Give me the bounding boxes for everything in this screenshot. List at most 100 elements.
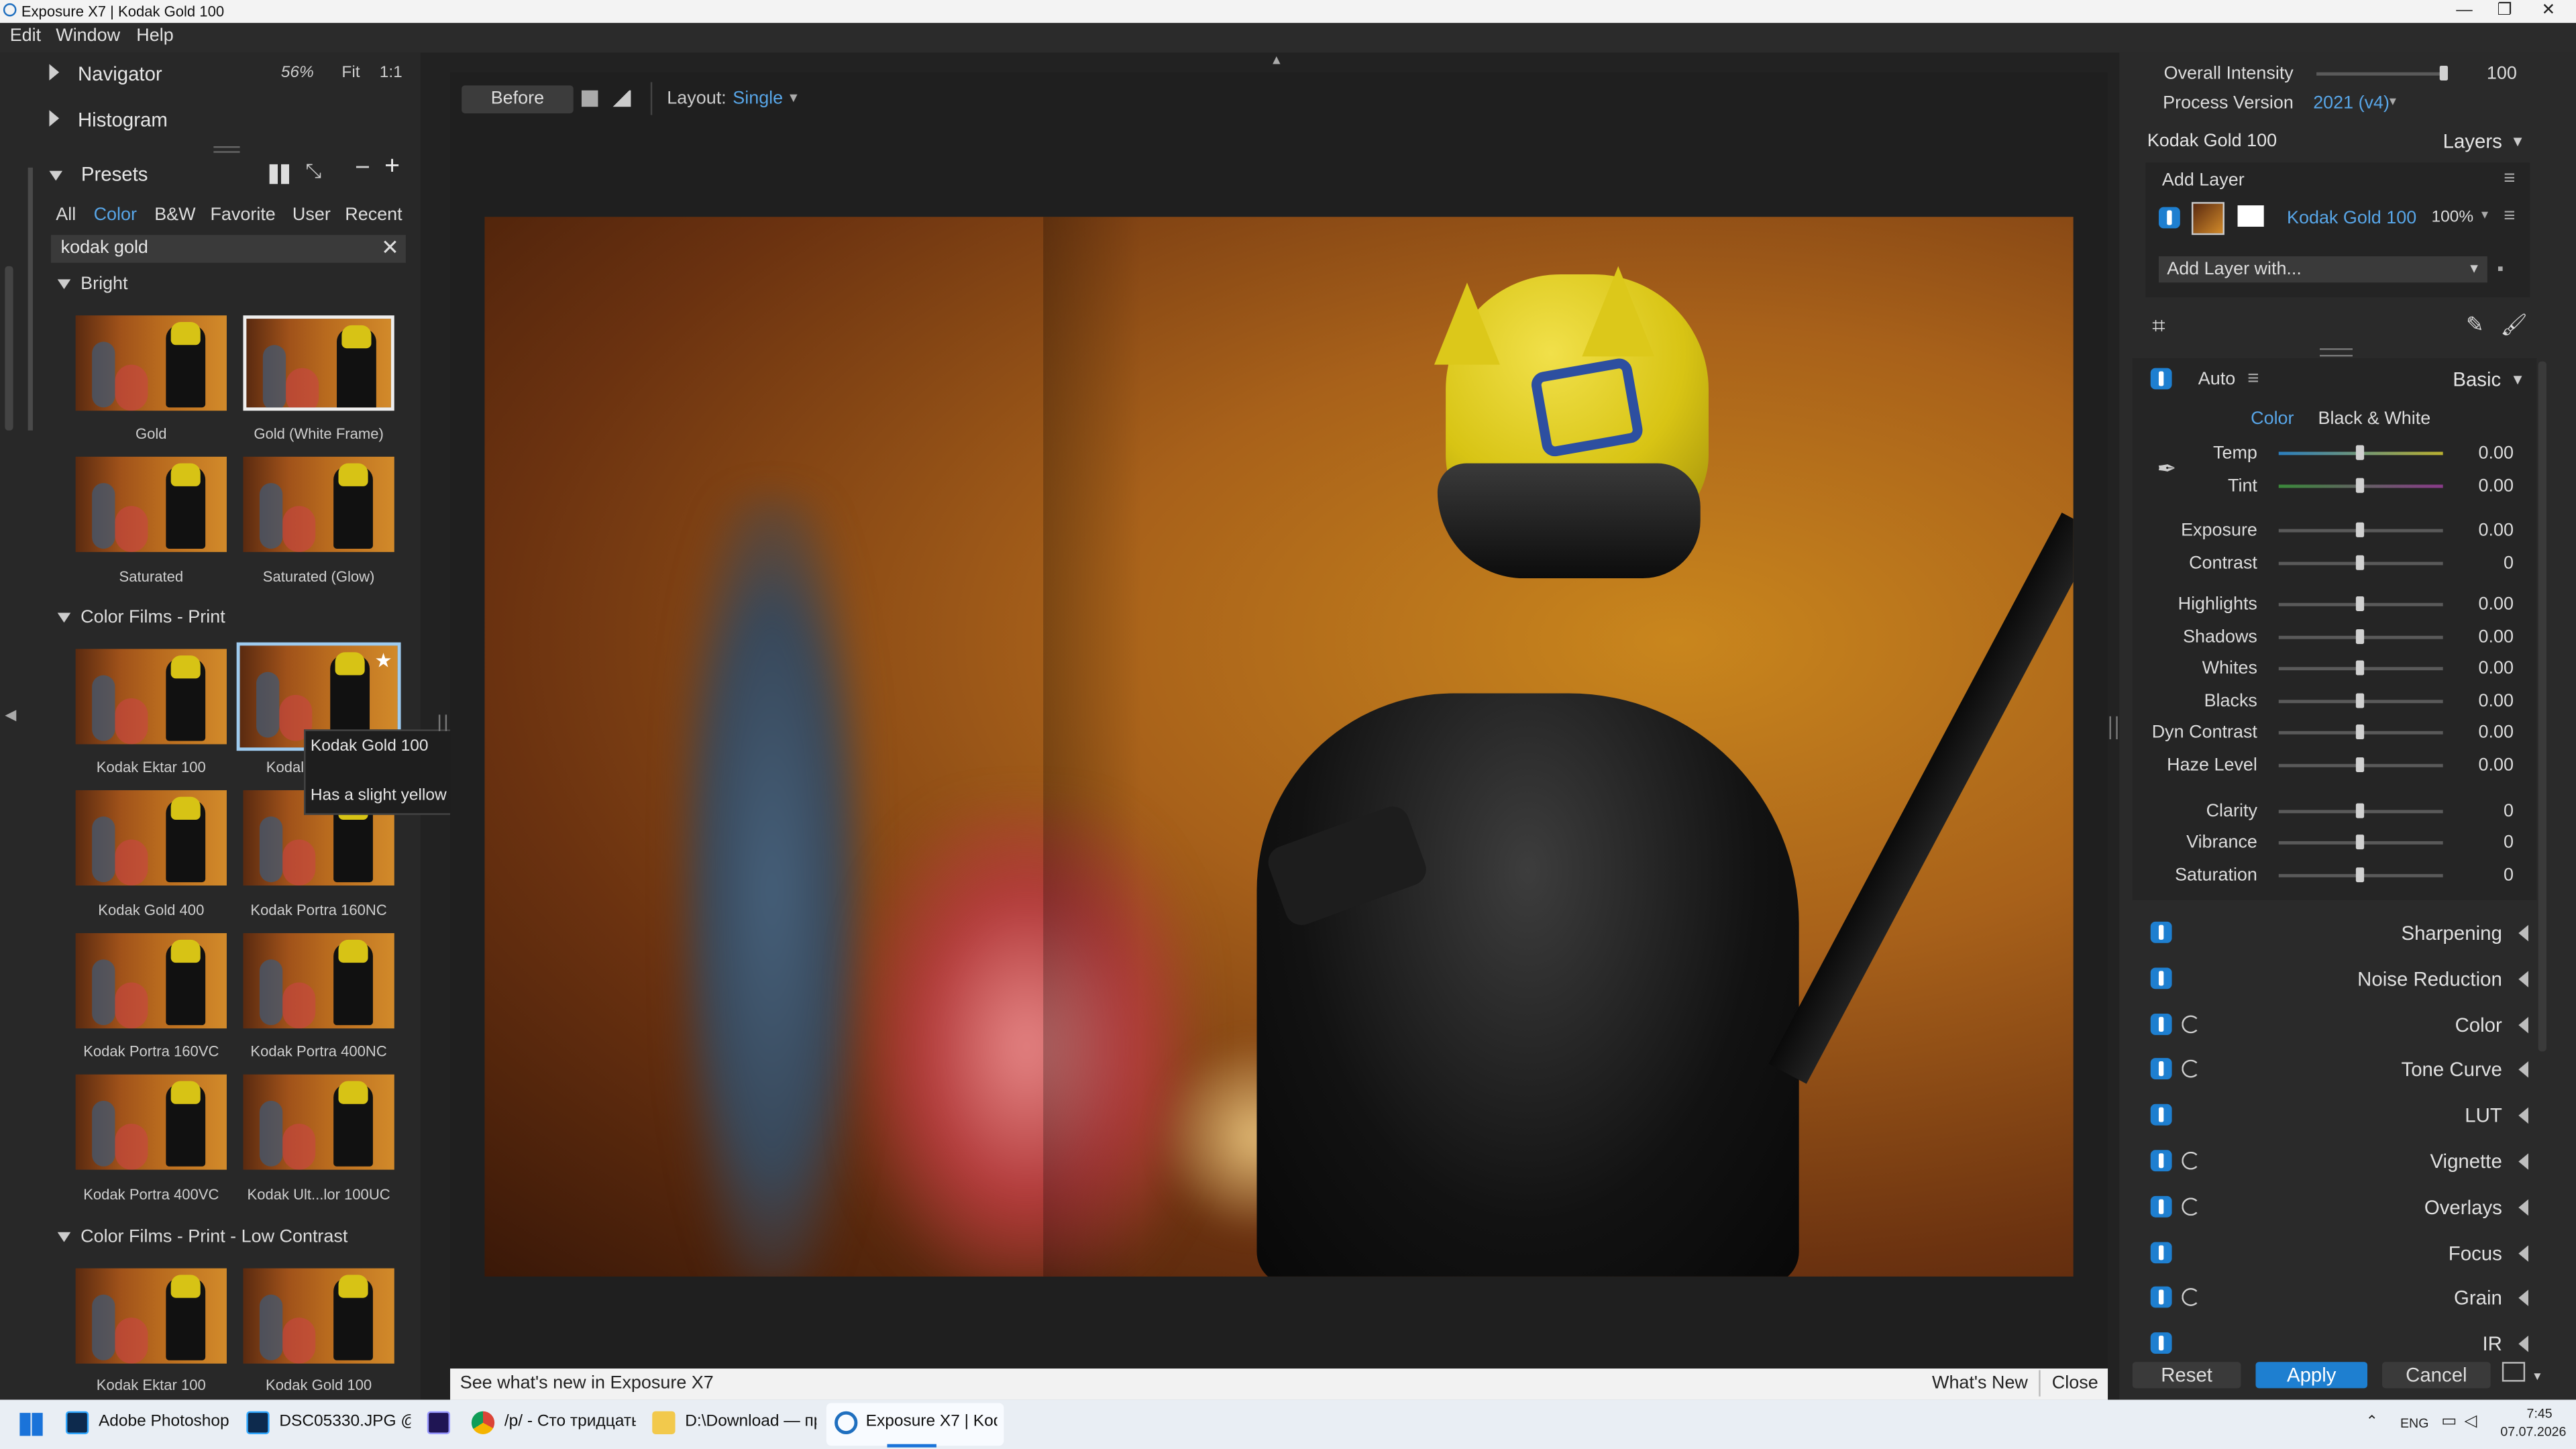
right-splitter[interactable]: [2109, 716, 2118, 740]
layout-dropdown[interactable]: Single: [733, 89, 783, 108]
panel-grain[interactable]: Grain: [2147, 1279, 2532, 1318]
slider-knob[interactable]: [2355, 522, 2365, 537]
slider-tint[interactable]: [2278, 478, 2443, 493]
slider-contrast[interactable]: [2278, 555, 2443, 570]
layers-label[interactable]: Layers: [2443, 129, 2502, 152]
menu-edit[interactable]: Edit: [10, 26, 41, 46]
panel-enable-toggle[interactable]: [2150, 1332, 2172, 1354]
expand-icon[interactable]: [2518, 1244, 2529, 1261]
chevron-down-icon[interactable]: ▼: [2532, 1372, 2543, 1383]
slider-exposure[interactable]: [2278, 522, 2443, 537]
tab-bw[interactable]: B&W: [154, 205, 195, 225]
basic-panel-title[interactable]: Basic: [2453, 368, 2501, 391]
brush-add-icon[interactable]: ▪: [2497, 260, 2504, 279]
tab-recent[interactable]: Recent: [345, 205, 402, 225]
preset-thumb-kodak-portra-400vc[interactable]: [75, 1074, 227, 1170]
menu-window[interactable]: Window: [56, 26, 120, 46]
slider-knob[interactable]: [2355, 445, 2365, 460]
clear-search-icon[interactable]: ✕: [381, 235, 399, 261]
reset-panel-icon[interactable]: [2182, 1151, 2200, 1170]
chevron-down-icon[interactable]: ▼: [2510, 133, 2525, 149]
panel-color[interactable]: Color: [2147, 1005, 2532, 1044]
before-button[interactable]: Before: [462, 85, 574, 113]
add-preset-icon[interactable]: +: [384, 153, 400, 182]
expand-icon[interactable]: [2518, 924, 2529, 942]
preset-thumb-saturated[interactable]: [75, 456, 227, 552]
presets-header[interactable]: Presets: [49, 162, 148, 186]
preset-thumb-saturated-glow[interactable]: [243, 456, 394, 552]
panel-splitter[interactable]: [2319, 348, 2353, 357]
slider-dyn-contrast[interactable]: [2278, 724, 2443, 740]
panel-layout-icon[interactable]: [2502, 1362, 2526, 1382]
chevron-down-icon[interactable]: ▼: [2387, 97, 2398, 108]
reset-panel-icon[interactable]: [2182, 1197, 2200, 1216]
taskbar-photoshop-doc[interactable]: DSC05330.JPG @ 6: [279, 1413, 411, 1431]
brush-icon[interactable]: 🖌: [2500, 312, 2527, 338]
right-scrollbar[interactable]: [2538, 361, 2546, 1052]
slider-knob[interactable]: [2355, 757, 2365, 773]
photoshop-icon[interactable]: [65, 1411, 89, 1434]
maximize-icon[interactable]: ❐: [2497, 1, 2512, 19]
layer-thumbnail[interactable]: [2191, 202, 2224, 235]
layer-opacity[interactable]: 100%: [2432, 209, 2474, 227]
preset-thumb-kodak-gold-400[interactable]: [75, 790, 227, 886]
slider-clarity[interactable]: [2278, 803, 2443, 818]
chevron-down-icon[interactable]: ▼: [2479, 210, 2491, 221]
reset-panel-icon[interactable]: [2182, 1288, 2200, 1307]
tab-user[interactable]: User: [292, 205, 331, 225]
add-layer-with-dropdown[interactable]: Add Layer with... ▼: [2158, 256, 2487, 283]
left-scrollbar[interactable]: [5, 266, 13, 431]
close-message-button[interactable]: Close: [2052, 1373, 2098, 1393]
left-splitter[interactable]: [438, 714, 447, 731]
navigator-header[interactable]: Navigator: [49, 62, 162, 85]
preset-thumb-kodak-ultramax[interactable]: [243, 1074, 394, 1170]
layer-visibility-toggle[interactable]: [2158, 207, 2180, 229]
slider-knob[interactable]: [2355, 555, 2365, 570]
layer-mask-thumbnail[interactable]: [2237, 205, 2264, 227]
slider-saturation[interactable]: [2278, 867, 2443, 883]
chevron-down-icon[interactable]: ▼: [787, 91, 800, 105]
reset-panel-icon[interactable]: [2182, 1014, 2200, 1033]
panel-lut[interactable]: LUT: [2147, 1096, 2532, 1136]
panel-splitter[interactable]: [213, 146, 240, 153]
cancel-button[interactable]: Cancel: [2382, 1362, 2491, 1389]
split-view-icon[interactable]: [611, 90, 631, 107]
preset-search-input[interactable]: kodak gold ✕: [50, 235, 406, 263]
expand-icon[interactable]: [2518, 1153, 2529, 1170]
premiere-icon[interactable]: [427, 1411, 451, 1434]
expand-icon[interactable]: [2518, 1062, 2529, 1079]
panel-enable-toggle[interactable]: [2150, 1195, 2172, 1218]
tab-favorite[interactable]: Favorite: [210, 205, 275, 225]
apply-button[interactable]: Apply: [2255, 1362, 2368, 1389]
panel-focus[interactable]: Focus: [2147, 1233, 2532, 1273]
overall-intensity-slider[interactable]: [2316, 65, 2449, 81]
layer-options-icon[interactable]: ≡: [2504, 204, 2515, 227]
histogram-header[interactable]: Histogram: [49, 109, 168, 131]
grid-view-icon[interactable]: [269, 164, 290, 184]
slider-haze-level[interactable]: [2278, 757, 2443, 773]
panel-noise-reduction[interactable]: Noise Reduction: [2147, 959, 2532, 999]
taskbar-photoshop[interactable]: Adobe Photoshop: [99, 1413, 229, 1431]
slider-knob[interactable]: [2355, 803, 2365, 818]
main-photo[interactable]: [484, 217, 2074, 1277]
expand-icon[interactable]: [2518, 1016, 2529, 1033]
expand-icon[interactable]: [2518, 1336, 2529, 1352]
panel-enable-toggle[interactable]: [2150, 1241, 2172, 1263]
mode-color-tab[interactable]: Color: [2251, 409, 2294, 429]
favorite-star-icon[interactable]: ★: [374, 649, 392, 672]
slider-knob[interactable]: [2355, 693, 2365, 708]
volume-icon[interactable]: ◁: [2464, 1413, 2477, 1431]
preset-thumb-gold-white-frame[interactable]: [243, 315, 394, 411]
chrome-icon[interactable]: [471, 1411, 495, 1434]
slider-knob[interactable]: [2355, 660, 2365, 676]
expand-icon[interactable]: [2518, 1108, 2529, 1124]
slider-knob[interactable]: [2355, 835, 2365, 850]
panel-enable-toggle[interactable]: [2150, 1104, 2172, 1126]
panel-ir[interactable]: IR: [2147, 1324, 2532, 1364]
tab-all[interactable]: All: [56, 205, 76, 225]
preset-thumb-low-ektar-100[interactable]: [75, 1268, 227, 1364]
panel-enable-toggle[interactable]: [2150, 1013, 2172, 1034]
slider-knob[interactable]: [2355, 596, 2365, 612]
one-to-one-button[interactable]: 1:1: [380, 64, 402, 83]
expand-icon[interactable]: [2518, 1199, 2529, 1216]
